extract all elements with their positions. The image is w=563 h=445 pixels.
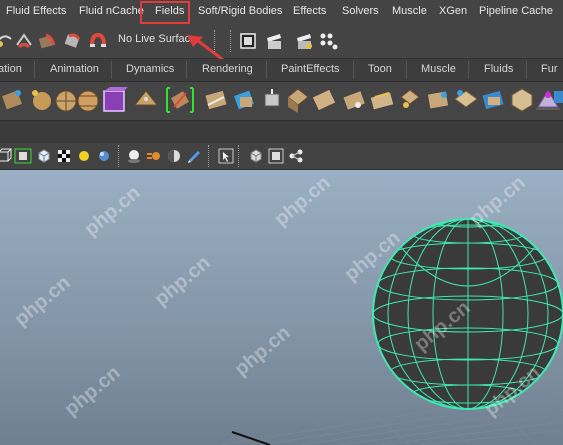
tab-animation-partial[interactable]: ation <box>0 63 22 75</box>
menu-bar: Fluid Effects Fluid nCache Fields Soft/R… <box>0 0 563 27</box>
tab-divider <box>111 61 112 79</box>
wireframe-cube-icon[interactable] <box>0 148 12 164</box>
render-settings-icon[interactable] <box>318 31 338 51</box>
ipr-render-icon[interactable] <box>294 31 314 51</box>
perspective-viewport[interactable]: php.cn php.cn php.cn php.cn php.cn php.c… <box>0 170 563 445</box>
shelf-tab-bar: ation Animation Dynamics Rendering Paint… <box>0 59 563 82</box>
selected-field-tool-icon[interactable] <box>164 85 196 115</box>
toolbar-separator <box>208 145 212 167</box>
tab-divider <box>468 61 469 79</box>
uniform-field-icon[interactable] <box>368 85 396 115</box>
tab-painteffects[interactable]: PaintEffects <box>281 63 340 75</box>
tab-divider <box>353 61 354 79</box>
gravity-field-icon[interactable] <box>258 85 286 115</box>
particle-tool-icon[interactable] <box>0 85 26 115</box>
menu-solvers[interactable]: Solvers <box>342 5 379 17</box>
dynamics-shelf <box>0 82 563 121</box>
motion-blur-icon[interactable] <box>146 148 162 164</box>
tab-toon[interactable]: Toon <box>368 63 392 75</box>
fields-highlight-box <box>140 1 190 24</box>
menu-fluid-ncache[interactable]: Fluid nCache <box>79 5 144 17</box>
tab-divider <box>34 61 35 79</box>
tab-divider <box>266 61 267 79</box>
frame-all-icon[interactable] <box>268 148 284 164</box>
toolbar-separator <box>230 30 234 52</box>
tab-divider <box>186 61 187 79</box>
ambient-occlusion-icon[interactable] <box>126 148 142 164</box>
tab-muscle[interactable]: Muscle <box>421 63 456 75</box>
menu-pipeline-cache[interactable]: Pipeline Cache <box>479 5 553 17</box>
shadows-icon[interactable] <box>96 148 112 164</box>
tab-dynamics[interactable]: Dynamics <box>126 63 174 75</box>
magnet-icon[interactable] <box>88 31 108 51</box>
frame-selection-icon[interactable] <box>248 148 264 164</box>
panel-menu-bar <box>0 121 563 143</box>
volume-axis-field-icon[interactable] <box>424 85 452 115</box>
xray-toggle-icon[interactable] <box>14 148 32 164</box>
smooth-shade-icon[interactable] <box>36 148 52 164</box>
fluid-container-icon[interactable] <box>100 85 128 115</box>
air-field-icon[interactable] <box>202 85 230 115</box>
toolbar-separator <box>214 30 218 52</box>
drag-field-icon[interactable] <box>230 85 258 115</box>
depth-of-field-icon[interactable] <box>186 148 202 164</box>
vortex-field-icon[interactable] <box>396 85 424 115</box>
lasso-select-icon[interactable] <box>0 31 14 51</box>
tab-divider <box>406 61 407 79</box>
tab-rendering[interactable]: Rendering <box>202 63 253 75</box>
nucleus-cloth-icon[interactable] <box>132 85 160 115</box>
ncloth-icon[interactable] <box>452 85 480 115</box>
isolate-select-icon[interactable] <box>218 148 234 164</box>
toolbar-separator <box>238 145 242 167</box>
tab-divider <box>526 61 527 79</box>
newton-field-icon[interactable] <box>284 85 312 115</box>
menu-xgen[interactable]: XGen <box>439 5 467 17</box>
menu-muscle[interactable]: Muscle <box>392 5 427 17</box>
turbulence-field-icon[interactable] <box>340 85 368 115</box>
render-view-icon[interactable] <box>238 31 258 51</box>
two-side-lighting-icon[interactable] <box>288 148 304 164</box>
tab-fur[interactable]: Fur <box>541 63 558 75</box>
textured-icon[interactable] <box>56 148 72 164</box>
panel-toolbar <box>0 143 563 170</box>
tab-animation[interactable]: Animation <box>50 63 99 75</box>
nparticle-icon[interactable] <box>508 85 536 115</box>
shelf-overflow-icon[interactable] <box>552 85 563 115</box>
antialiasing-icon[interactable] <box>166 148 182 164</box>
render-frame-icon[interactable] <box>264 31 284 51</box>
nhair-icon[interactable] <box>480 85 508 115</box>
menu-fluid-effects[interactable]: Fluid Effects <box>6 5 66 17</box>
rigid-body-sphere-icon[interactable] <box>74 85 102 115</box>
snap-to-point-icon[interactable] <box>63 31 83 51</box>
snap-to-grid-icon[interactable] <box>14 31 34 51</box>
menu-soft-rigid-bodies[interactable]: Soft/Rigid Bodies <box>198 5 282 17</box>
snap-to-curve-icon[interactable] <box>38 31 58 51</box>
lights-icon[interactable] <box>76 148 92 164</box>
tab-fluids[interactable]: Fluids <box>484 63 513 75</box>
radial-field-icon[interactable] <box>310 85 338 115</box>
toolbar-separator <box>118 145 122 167</box>
menu-effects[interactable]: Effects <box>293 5 326 17</box>
status-line-toolbar: No Live Surface <box>0 26 563 77</box>
